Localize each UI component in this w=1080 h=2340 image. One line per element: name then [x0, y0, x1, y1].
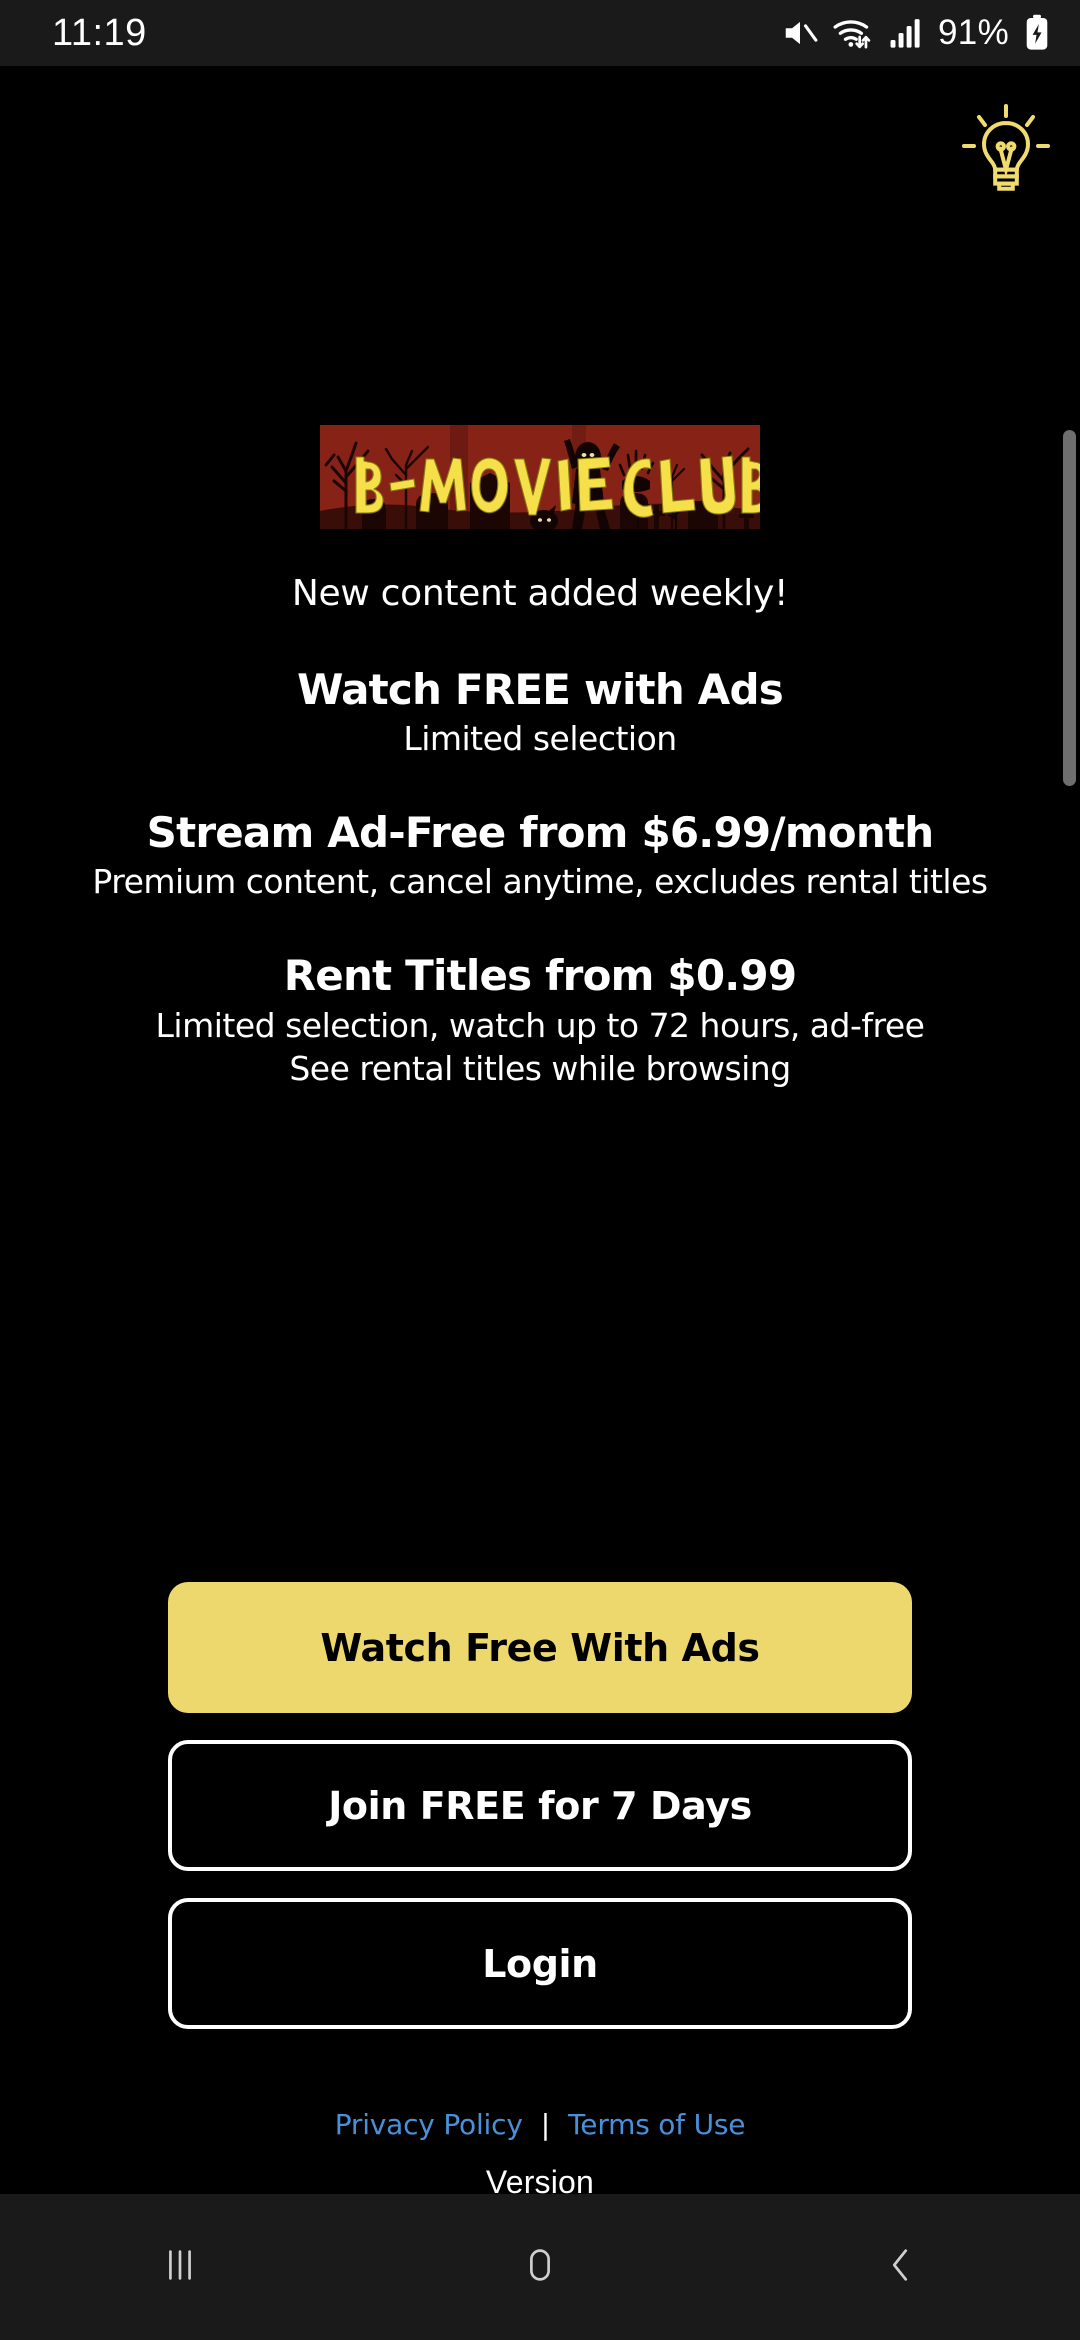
phone-screen: 11:19 91% New content added weekly! Watc…: [0, 0, 1080, 2340]
system-navigation-bar: [0, 2194, 1080, 2340]
status-clock: 11:19: [52, 11, 147, 54]
app-content-area: New content added weekly! Watch FREE wit…: [0, 66, 1080, 2260]
battery-percentage: 91%: [938, 13, 1009, 52]
plan-subscription: Stream Ad-Free from $6.99/month Premium …: [0, 808, 1080, 904]
recents-button[interactable]: [0, 2194, 360, 2340]
battery-charging-icon: [1024, 14, 1050, 52]
terms-of-use-link[interactable]: Terms of Use: [568, 2108, 745, 2141]
status-icon-group: 91%: [781, 13, 1050, 53]
plan-rental: Rent Titles from $0.99 Limited selection…: [0, 952, 1080, 1090]
plan-free-title: Watch FREE with Ads: [297, 665, 784, 714]
home-icon: [517, 2242, 563, 2293]
back-icon: [877, 2242, 923, 2293]
status-bar: 11:19 91%: [0, 0, 1080, 66]
plan-free: Watch FREE with Ads Limited selection: [0, 665, 1080, 761]
plan-rental-subtitle-line2: See rental titles while browsing: [289, 1048, 791, 1088]
b-movie-club-logo: [320, 425, 760, 529]
login-button[interactable]: Login: [168, 1898, 912, 2029]
recents-icon: [157, 2242, 203, 2293]
plan-free-subtitle: Limited selection: [403, 719, 677, 759]
signal-icon: [889, 16, 923, 50]
mute-icon: [781, 14, 819, 52]
onboarding-content: New content added weekly! Watch FREE wit…: [0, 66, 1080, 2260]
privacy-policy-link[interactable]: Privacy Policy: [335, 2108, 523, 2141]
wifi-icon: [832, 14, 876, 52]
action-buttons: Watch Free With Ads Join FREE for 7 Days…: [168, 1582, 912, 2029]
legal-links: Privacy Policy | Terms of Use: [0, 2108, 1080, 2141]
marketing-copy: New content added weekly! Watch FREE wit…: [0, 573, 1080, 1090]
home-button[interactable]: [360, 2194, 720, 2340]
legal-separator: |: [540, 2108, 551, 2141]
plan-rental-title: Rent Titles from $0.99: [283, 951, 797, 1001]
plan-subscription-title: Stream Ad-Free from $6.99/month: [146, 808, 934, 858]
plan-subscription-subtitle: Premium content, cancel anytime, exclude…: [92, 862, 988, 902]
tagline: New content added weekly!: [291, 573, 789, 614]
plan-rental-subtitle-line1: Limited selection, watch up to 72 hours,…: [155, 1005, 925, 1045]
back-button[interactable]: [720, 2194, 1080, 2340]
footer: Privacy Policy | Terms of Use Version: [0, 2108, 1080, 2201]
watch-free-button[interactable]: Watch Free With Ads: [168, 1582, 912, 1713]
join-free-button[interactable]: Join FREE for 7 Days: [168, 1740, 912, 1871]
